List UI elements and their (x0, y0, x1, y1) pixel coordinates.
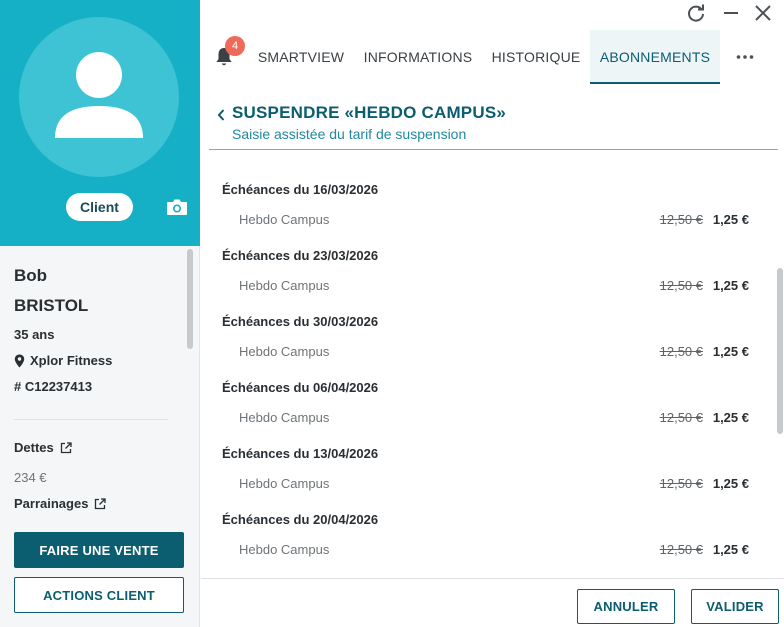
minimize-icon[interactable] (720, 2, 742, 24)
client-identity: Bob BRISTOL 35 ans Xplor Fitness # C1223… (14, 262, 184, 400)
client-sidebar: Client Bob BRISTOL 35 ans Xplor Fitness … (0, 0, 200, 627)
schedule-item: Hebdo Campus (239, 476, 330, 491)
divider (14, 419, 168, 420)
client-location: Xplor Fitness (14, 348, 184, 374)
schedule-group: Échéances du 30/03/2026 Hebdo Campus 12,… (209, 302, 769, 368)
content-scrollbar[interactable] (777, 268, 783, 434)
client-hero: Client (0, 0, 200, 246)
new-price: 1,25 € (712, 212, 749, 227)
chevron-left-icon[interactable] (216, 108, 226, 122)
app-window: Client Bob BRISTOL 35 ans Xplor Fitness … (0, 0, 784, 627)
tab-abonnements[interactable]: ABONNEMENTS (590, 30, 720, 84)
page-header: SUSPENDRE «HEBDO CAMPUS» Saisie assistée… (209, 100, 778, 150)
schedule-list: Échéances du 16/03/2026 Hebdo Campus 12,… (209, 170, 769, 578)
schedule-group: Échéances du 20/04/2026 Hebdo Campus 12,… (209, 500, 769, 566)
refresh-icon[interactable] (685, 2, 707, 24)
referrals-label: Parrainages (14, 496, 89, 511)
old-price: 12,50 € (659, 542, 703, 557)
client-last-name: BRISTOL (14, 296, 89, 315)
referrals-link[interactable]: Parrainages (14, 496, 107, 511)
schedule-date: Échéances du 30/03/2026 (222, 314, 379, 329)
schedule-group: Échéances du 16/03/2026 Hebdo Campus 12,… (209, 170, 769, 236)
old-price: 12,50 € (659, 344, 703, 359)
page-title: SUSPENDRE «HEBDO CAMPUS» (232, 103, 507, 122)
schedule-date: Échéances du 20/04/2026 (222, 512, 379, 527)
location-pin-icon (14, 354, 25, 368)
client-age: 35 ans (14, 327, 55, 342)
client-id: # C12237413 (14, 379, 93, 394)
new-price: 1,25 € (712, 344, 749, 359)
schedule-date: Échéances du 13/04/2026 (222, 446, 379, 461)
sale-button[interactable]: FAIRE UNE VENTE (14, 532, 184, 568)
old-price: 12,50 € (659, 476, 703, 491)
schedule-item: Hebdo Campus (239, 212, 330, 227)
cancel-button[interactable]: ANNULER (577, 589, 675, 624)
old-price: 12,50 € (659, 410, 703, 425)
external-link-icon (60, 441, 72, 453)
notification-badge: 4 (225, 36, 245, 56)
sidebar-scrollbar[interactable] (187, 249, 193, 349)
client-location-text: Xplor Fitness (30, 353, 113, 368)
tab-informations[interactable]: INFORMATIONS (355, 30, 481, 84)
more-icon[interactable] (735, 50, 755, 64)
page-subtitle: Saisie assistée du tarif de suspension (232, 126, 467, 142)
new-price: 1,25 € (712, 542, 749, 557)
debts-label: Dettes (14, 440, 54, 455)
new-price: 1,25 € (712, 278, 749, 293)
camera-icon[interactable] (166, 198, 188, 216)
client-actions-button[interactable]: ACTIONS CLIENT (14, 577, 184, 613)
schedule-group: Échéances du 06/04/2026 Hebdo Campus 12,… (209, 368, 769, 434)
schedule-group: Échéances du 13/04/2026 Hebdo Campus 12,… (209, 434, 769, 500)
schedule-item: Hebdo Campus (239, 410, 330, 425)
new-price: 1,25 € (712, 410, 749, 425)
user-avatar-icon (55, 52, 143, 138)
client-badge: Client (66, 193, 133, 221)
footer-actions: ANNULER VALIDER (201, 578, 784, 627)
validate-button[interactable]: VALIDER (691, 589, 779, 624)
schedule-item: Hebdo Campus (239, 542, 330, 557)
tab-historique[interactable]: HISTORIQUE (481, 30, 591, 84)
close-icon[interactable] (752, 2, 774, 24)
tab-bar: SMARTVIEW INFORMATIONS HISTORIQUE ABONNE… (201, 30, 784, 84)
debts-value: 234 € (14, 470, 47, 485)
schedule-date: Échéances du 23/03/2026 (222, 248, 379, 263)
external-link-icon (95, 497, 107, 509)
debts-link[interactable]: Dettes (14, 440, 72, 455)
schedule-item: Hebdo Campus (239, 278, 330, 293)
avatar[interactable] (19, 17, 179, 177)
new-price: 1,25 € (712, 476, 749, 491)
schedule-item: Hebdo Campus (239, 344, 330, 359)
schedule-date: Échéances du 16/03/2026 (222, 182, 379, 197)
old-price: 12,50 € (659, 278, 703, 293)
schedule-group: Échéances du 23/03/2026 Hebdo Campus 12,… (209, 236, 769, 302)
client-first-name: Bob (14, 266, 48, 285)
old-price: 12,50 € (659, 212, 703, 227)
schedule-date: Échéances du 06/04/2026 (222, 380, 379, 395)
tab-smartview[interactable]: SMARTVIEW (247, 30, 355, 84)
